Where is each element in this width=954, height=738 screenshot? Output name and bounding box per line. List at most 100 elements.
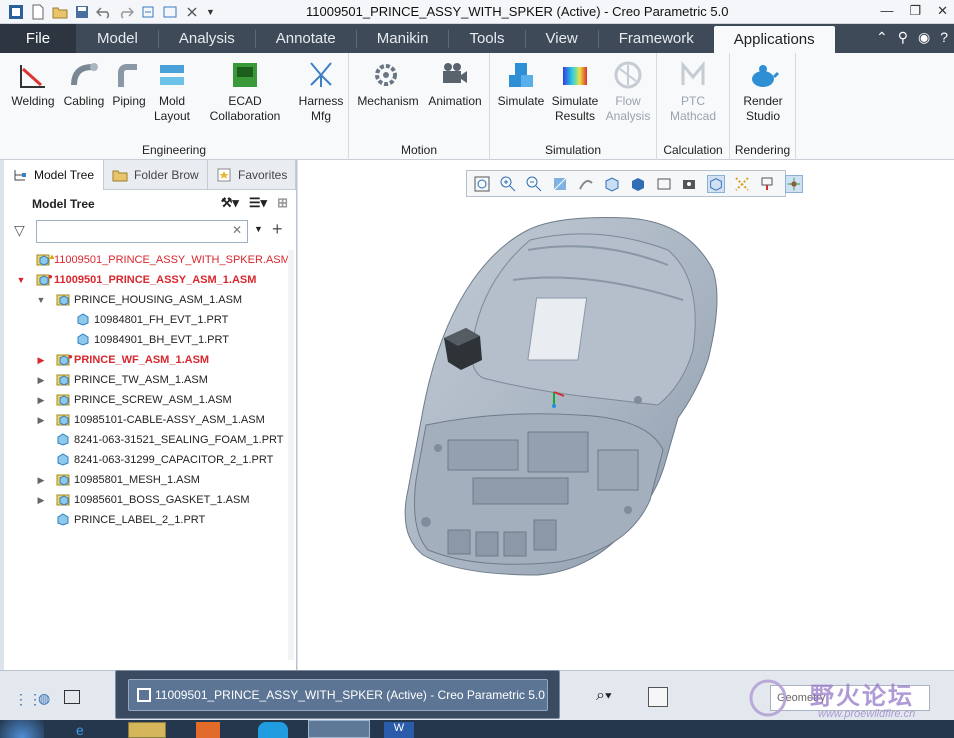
- tab-folder-browser[interactable]: Folder Brow: [104, 160, 208, 190]
- flow-analysis-button[interactable]: Flow Analysis: [602, 59, 654, 124]
- tree-scrollbar[interactable]: [288, 250, 294, 660]
- collapse-icon[interactable]: ▼: [16, 270, 26, 290]
- tree-columns-icon[interactable]: ☰▾: [249, 195, 267, 211]
- word-icon[interactable]: W: [384, 722, 414, 738]
- expand-icon[interactable]: ▶: [36, 490, 46, 510]
- selection-filter[interactable]: Geometry: [770, 685, 930, 711]
- render-studio-button[interactable]: Render Studio: [736, 59, 790, 124]
- qat-dropdown-icon[interactable]: ▼: [206, 7, 215, 17]
- close-window-icon[interactable]: [184, 4, 200, 20]
- media-icon[interactable]: [196, 722, 220, 738]
- annotation-display-icon[interactable]: [759, 175, 777, 193]
- tree-node[interactable]: 8241-063-31521_SEALING_FOAM_1.PRT: [4, 430, 296, 450]
- expand-icon[interactable]: ▶: [36, 370, 46, 390]
- graphics-viewport[interactable]: [298, 160, 954, 670]
- zoom-in-icon[interactable]: [499, 175, 517, 193]
- view-manager-icon[interactable]: [681, 175, 699, 193]
- tree-node[interactable]: ▼ ● 11009501_PRINCE_ASSY_ASM_1.ASM: [4, 270, 296, 290]
- tree-node[interactable]: ▼ PRINCE_HOUSING_ASM_1.ASM: [4, 290, 296, 310]
- mechanism-button[interactable]: Mechanism: [355, 59, 421, 109]
- minimize-button[interactable]: —: [880, 3, 893, 19]
- tree-node[interactable]: ▶ ● PRINCE_WF_ASM_1.ASM: [4, 350, 296, 370]
- chat-icon[interactable]: [258, 722, 288, 738]
- expand-icon[interactable]: ▶: [36, 390, 46, 410]
- start-button[interactable]: [0, 720, 44, 738]
- piping-button[interactable]: Piping: [108, 59, 150, 109]
- new-file-icon[interactable]: [30, 4, 46, 20]
- explorer-icon[interactable]: [128, 722, 166, 738]
- datum-display-icon[interactable]: [733, 175, 751, 193]
- windows-icon[interactable]: [162, 4, 178, 20]
- taskbar-preview-item[interactable]: 11009501_PRINCE_ASSY_WITH_SPKER (Active)…: [128, 679, 548, 711]
- simulate-results-button[interactable]: Simulate Results: [548, 59, 602, 124]
- clear-search-icon[interactable]: ✕: [232, 223, 242, 237]
- tree-node[interactable]: ▶ PRINCE_TW_ASM_1.ASM: [4, 370, 296, 390]
- search-icon[interactable]: ⚲: [898, 29, 908, 46]
- search-dropdown-icon[interactable]: ▼: [254, 224, 263, 234]
- section-view-icon[interactable]: [707, 174, 725, 193]
- browser-toggle-icon[interactable]: ◍: [38, 690, 50, 707]
- repaint-icon[interactable]: [551, 175, 569, 193]
- welding-button[interactable]: Welding: [8, 59, 58, 109]
- creo-taskbar-icon[interactable]: [308, 720, 370, 738]
- save-icon[interactable]: [74, 4, 90, 20]
- tab-model-tree[interactable]: Model Tree: [4, 160, 104, 190]
- tab-annotate[interactable]: Annotate: [256, 24, 356, 53]
- redo-icon[interactable]: [118, 4, 134, 20]
- tree-settings-icon[interactable]: ⚒▾: [221, 195, 239, 211]
- cabling-button[interactable]: Cabling: [60, 59, 108, 109]
- app-icon[interactable]: [8, 4, 24, 20]
- find-icon[interactable]: ⌕▾: [596, 687, 612, 705]
- expand-icon[interactable]: ▶: [36, 410, 46, 430]
- mold-layout-button[interactable]: Mold Layout: [150, 59, 194, 124]
- fullscreen-icon[interactable]: [64, 690, 80, 704]
- spin-center-icon[interactable]: [785, 174, 803, 193]
- tab-tools[interactable]: Tools: [449, 24, 524, 53]
- tree-search-input[interactable]: ✕: [36, 220, 248, 243]
- add-item-icon[interactable]: +: [272, 219, 283, 240]
- expand-icon[interactable]: ▶: [36, 470, 46, 490]
- display-style-icon[interactable]: [629, 175, 647, 193]
- tree-node-label: PRINCE_HOUSING_ASM_1.ASM: [74, 294, 243, 306]
- tree-node[interactable]: 8241-063-31299_CAPACITOR_2_1.PRT: [4, 450, 296, 470]
- tree-node[interactable]: ▶ 10985801_MESH_1.ASM: [4, 470, 296, 490]
- refit-icon[interactable]: [473, 175, 491, 193]
- zoom-out-icon[interactable]: [525, 175, 543, 193]
- tab-applications[interactable]: Applications: [713, 26, 835, 53]
- tab-framework[interactable]: Framework: [599, 24, 714, 53]
- help-icon[interactable]: ?: [940, 29, 948, 46]
- filter-icon[interactable]: ▽: [14, 222, 25, 239]
- select-box-icon[interactable]: [648, 687, 668, 707]
- perspective-icon[interactable]: [655, 175, 673, 193]
- regenerate-icon[interactable]: [140, 4, 156, 20]
- saved-orientations-icon[interactable]: [603, 175, 621, 193]
- tree-filter-options-icon[interactable]: ⊞: [277, 195, 288, 211]
- ptc-mathcad-button[interactable]: PTC Mathcad: [663, 59, 723, 124]
- reorient-icon[interactable]: [577, 175, 595, 193]
- close-button[interactable]: ✕: [937, 3, 948, 19]
- simulate-button[interactable]: Simulate: [496, 59, 546, 109]
- undo-icon[interactable]: [96, 4, 112, 20]
- tree-node[interactable]: ▶ 10985101-CABLE-ASSY_ASM_1.ASM: [4, 410, 296, 430]
- harness-mfg-button[interactable]: Harness Mfg: [296, 59, 346, 124]
- tab-file[interactable]: File: [0, 24, 76, 53]
- tree-node[interactable]: ▶ 10985601_BOSS_GASKET_1.ASM: [4, 490, 296, 510]
- collapse-icon[interactable]: ▼: [36, 290, 46, 310]
- animation-button[interactable]: Animation: [423, 59, 487, 109]
- tab-model[interactable]: Model: [76, 24, 158, 53]
- tab-view[interactable]: View: [526, 24, 598, 53]
- maximize-button[interactable]: ❐: [909, 3, 921, 19]
- collapse-ribbon-icon[interactable]: ⌃: [876, 29, 888, 46]
- ecad-collaboration-button[interactable]: ECAD Collaboration: [206, 59, 284, 124]
- tab-analysis[interactable]: Analysis: [159, 24, 255, 53]
- open-folder-icon[interactable]: [52, 4, 68, 20]
- tree-node[interactable]: ▶ PRINCE_SCREW_ASM_1.ASM: [4, 390, 296, 410]
- community-icon[interactable]: ◉: [918, 29, 930, 46]
- ie-icon[interactable]: e: [76, 722, 84, 738]
- tab-manikin[interactable]: Manikin: [357, 24, 449, 53]
- tree-node[interactable]: 10984901_BH_EVT_1.PRT: [4, 330, 296, 350]
- tab-favorites[interactable]: Favorites: [208, 160, 296, 190]
- tree-node[interactable]: 10984801_FH_EVT_1.PRT: [4, 310, 296, 330]
- expand-icon[interactable]: ▶: [36, 350, 46, 370]
- tree-node[interactable]: PRINCE_LABEL_2_1.PRT: [4, 510, 296, 530]
